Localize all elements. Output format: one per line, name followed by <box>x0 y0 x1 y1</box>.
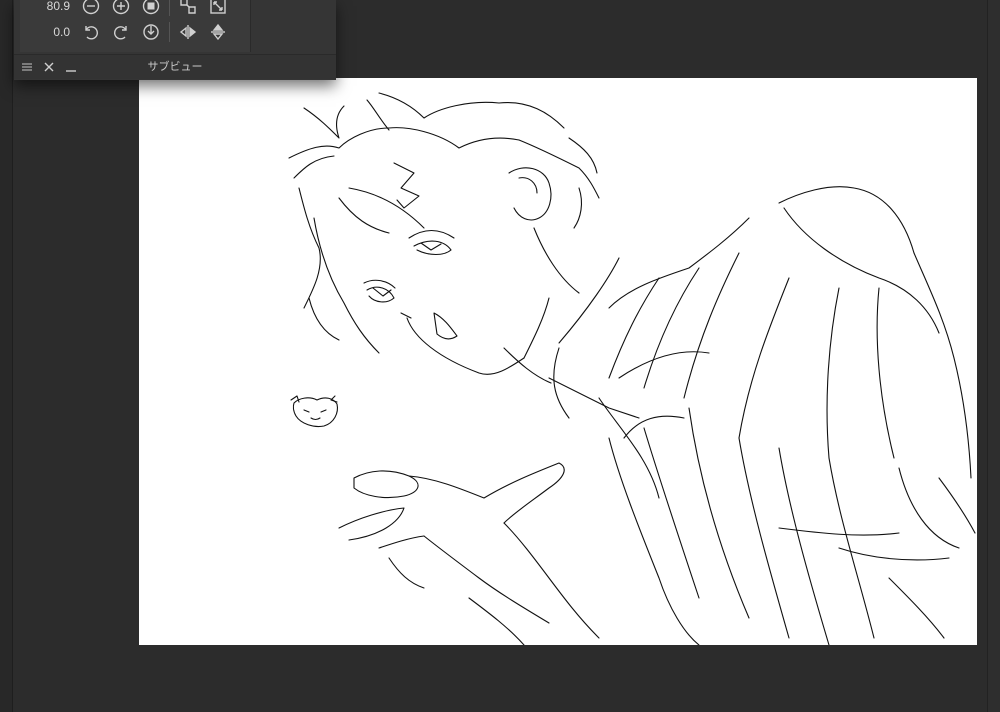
fit-screen-icon <box>142 0 160 15</box>
rotate-right-button[interactable] <box>106 20 136 44</box>
panel-menu-button[interactable] <box>18 58 36 76</box>
flip-vertical-button[interactable] <box>203 20 233 44</box>
zoom-row: 80.9 <box>20 0 233 18</box>
fit-navigator-icon <box>180 0 196 14</box>
zoom-out-button[interactable] <box>76 0 106 18</box>
reset-rotation-icon <box>143 24 159 40</box>
toolbar-separator <box>169 22 170 42</box>
actual-size-button[interactable] <box>203 0 233 18</box>
subview-panel: 80.9 0.0 サブビュー <box>14 0 336 80</box>
rotate-left-button[interactable] <box>76 20 106 44</box>
flip-horizontal-button[interactable] <box>173 20 203 44</box>
left-gutter <box>0 0 13 712</box>
panel-minimize-button[interactable] <box>62 58 80 76</box>
drawing-canvas[interactable] <box>139 78 977 645</box>
minimize-icon <box>66 70 76 72</box>
zoom-in-icon <box>112 0 130 15</box>
zoom-value[interactable]: 80.9 <box>20 0 76 13</box>
flip-horizontal-icon <box>179 25 197 39</box>
panel-close-button[interactable] <box>40 58 58 76</box>
rotation-value[interactable]: 0.0 <box>20 25 76 39</box>
zoom-in-button[interactable] <box>106 0 136 18</box>
rotate-row: 0.0 <box>20 20 233 44</box>
fit-screen-button[interactable] <box>136 0 166 18</box>
fit-navigator-button[interactable] <box>173 0 203 18</box>
actual-size-icon <box>210 0 226 14</box>
reset-rotation-button[interactable] <box>136 20 166 44</box>
subview-title-bar[interactable]: サブビュー <box>14 54 336 79</box>
workspace: 80.9 0.0 サブビュー <box>0 0 1000 712</box>
sketch-artwork <box>288 92 976 645</box>
toolbar-separator <box>169 0 170 16</box>
zoom-out-icon <box>82 0 100 15</box>
subview-controls: 80.9 0.0 <box>20 0 251 52</box>
close-icon <box>44 62 54 72</box>
menu-icon <box>22 63 32 71</box>
rotate-left-icon <box>85 26 98 40</box>
rotate-right-icon <box>114 26 127 40</box>
flip-vertical-icon <box>211 23 225 41</box>
right-gutter <box>987 0 1000 712</box>
